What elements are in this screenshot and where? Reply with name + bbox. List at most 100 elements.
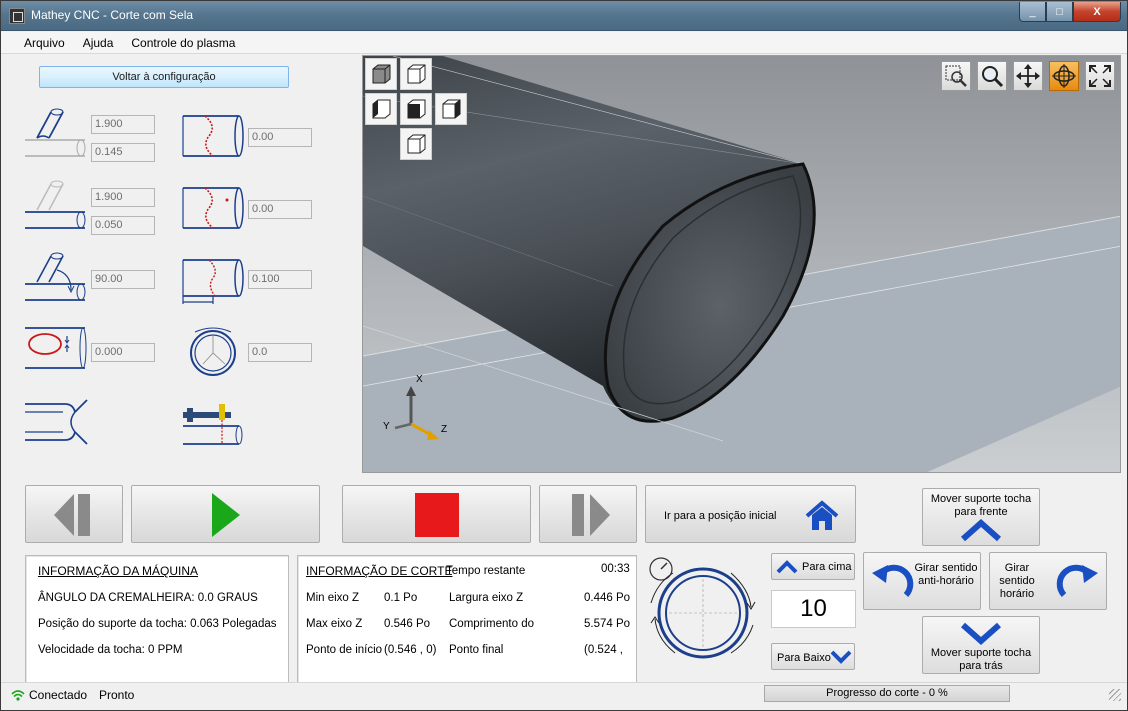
step-value-field[interactable]: 10	[771, 590, 856, 628]
step-forward-icon	[572, 494, 610, 536]
status-bar: Conectado Pronto Progresso do corte - 0 …	[1, 682, 1127, 710]
hole-offset-field[interactable]: 0.000	[91, 343, 155, 362]
branch-wall-field[interactable]: 0.145	[91, 143, 155, 162]
app-window: Mathey CNC - Corte com Sela _ □ X Arquiv…	[0, 0, 1128, 711]
arrow-up-icon	[776, 560, 798, 574]
go-home-label: Ir para a posição inicial	[664, 510, 777, 522]
header-diameter-icon	[25, 180, 86, 229]
width-z-value: 0.446 Po	[584, 592, 631, 604]
rotate-view-button[interactable]	[1049, 61, 1079, 91]
maximize-button[interactable]: □	[1046, 2, 1073, 22]
cube-right-icon	[442, 99, 461, 119]
length-value: 5.574 Po	[584, 618, 631, 630]
move-back-label: Mover suporte tocha para trás	[930, 647, 1032, 672]
rotate-cw-button[interactable]: Girar sentido horário	[989, 552, 1107, 610]
cut-progress-bar: Progresso do corte - 0 %	[764, 685, 1010, 702]
resize-grip[interactable]	[1109, 689, 1121, 701]
pan-button[interactable]	[1013, 61, 1043, 91]
view-wire-button[interactable]	[400, 58, 432, 90]
play-icon	[212, 493, 240, 537]
cube-front-icon	[407, 99, 426, 119]
branch-diameter-field[interactable]: 1.900	[91, 115, 155, 134]
torch-speed: Velocidade da tocha: 0 PPM	[38, 644, 183, 656]
offset-curve-icon	[182, 115, 244, 157]
previous-step-button[interactable]	[25, 485, 123, 543]
menu-arquivo[interactable]: Arquivo	[15, 36, 74, 50]
rotation-offset-field[interactable]: 0.00	[248, 200, 312, 219]
close-button[interactable]: X	[1073, 2, 1121, 22]
3d-viewport[interactable]: X Y Z	[362, 55, 1121, 473]
rotate-ccw-label: Girar sentido anti-horário	[914, 562, 978, 587]
view-front-button[interactable]	[400, 93, 432, 125]
torch-setup-icon	[183, 404, 243, 445]
next-step-button[interactable]	[539, 485, 637, 543]
offset-field[interactable]: 0.00	[248, 128, 312, 147]
axis-x-label: X	[416, 374, 423, 385]
stop-icon	[415, 493, 459, 537]
step-up-button[interactable]: Para cima	[771, 553, 855, 580]
zoom-window-icon	[945, 65, 967, 87]
rotate-ccw-button[interactable]: Girar sentido anti-horário	[863, 552, 981, 610]
intersection-angle-field[interactable]: 90.00	[91, 270, 155, 289]
menu-controle-plasma[interactable]: Controle do plasma	[122, 36, 244, 50]
cube-bottom-icon	[407, 134, 426, 154]
zoom-window-button[interactable]	[941, 61, 971, 91]
width-z-label: Largura eixo Z	[449, 592, 524, 604]
ready-status: Pronto	[99, 688, 135, 702]
magnifier-icon	[982, 66, 1004, 88]
hole-offset-icon	[25, 327, 87, 369]
step-down-label: Para Baixo	[777, 652, 831, 664]
pipe-rotation-dial	[649, 557, 756, 659]
wifi-icon	[11, 690, 25, 701]
cube-wire-icon	[407, 64, 426, 84]
view-bottom-button[interactable]	[400, 128, 432, 160]
arrow-down-icon	[830, 650, 852, 664]
header-wall-field[interactable]: 0.050	[91, 216, 155, 235]
app-icon	[9, 8, 25, 24]
header-diameter-field[interactable]: 1.900	[91, 188, 155, 207]
control-panel: Ir para a posição inicial Mover suporte …	[9, 477, 1121, 685]
pipe-section-field[interactable]: 0.0	[248, 343, 312, 362]
machine-info-title: INFORMAÇÃO DA MÁQUINA	[38, 564, 199, 578]
cut-length-icon	[182, 259, 244, 304]
start-point-label: Ponto de início	[306, 644, 383, 656]
menu-bar: Arquivo Ajuda Controle do plasma	[1, 32, 1127, 54]
rotate-cw-label: Girar sentido horário	[999, 562, 1035, 600]
move-forward-button[interactable]: Mover suporte tocha para frente	[922, 488, 1040, 546]
window-title: Mathey CNC - Corte com Sela	[31, 8, 194, 22]
pan-arrows-icon	[1016, 64, 1040, 88]
length-label: Comprimento do	[449, 618, 535, 630]
zoom-button[interactable]	[977, 61, 1007, 91]
cube-solid-icon	[372, 64, 391, 84]
parameter-panel: Voltar à configuração 1.900 0.145 0.00 1…	[9, 56, 361, 472]
remaining-label: Tempo restante	[446, 565, 526, 577]
step-back-icon	[54, 494, 90, 536]
stop-cut-button[interactable]	[342, 485, 531, 543]
min-z-label: Min eixo Z	[306, 592, 360, 604]
pipe-section-icon	[190, 327, 236, 376]
pipe-render	[363, 56, 1120, 472]
view-left-button[interactable]	[365, 93, 397, 125]
menu-ajuda[interactable]: Ajuda	[74, 36, 123, 50]
connection-status: Conectado	[29, 688, 88, 702]
step-up-label: Para cima	[802, 561, 852, 573]
title-bar: Mathey CNC - Corte com Sela _ □ X	[1, 1, 1127, 31]
cube-left-icon	[372, 99, 391, 119]
minimize-button[interactable]: _	[1019, 2, 1046, 22]
back-to-config-button[interactable]: Voltar à configuração	[39, 66, 289, 88]
max-z-value: 0.546 Po	[384, 618, 431, 630]
view-right-button[interactable]	[435, 93, 467, 125]
go-home-button[interactable]: Ir para a posição inicial	[645, 485, 856, 543]
start-cut-button[interactable]	[131, 485, 320, 543]
saddle-end-icon	[25, 399, 88, 445]
rack-angle: ÂNGULO DA CREMALHEIRA: 0.0 GRAUS	[38, 592, 258, 604]
cut-length-field[interactable]: 0.100	[248, 270, 312, 289]
end-point-label: Ponto final	[449, 644, 504, 656]
cut-progress-label: Progresso do corte - 0 %	[826, 687, 948, 699]
step-down-button[interactable]: Para Baixo	[771, 643, 855, 670]
fit-view-button[interactable]	[1085, 61, 1115, 91]
rotate-ccw-icon	[872, 564, 914, 598]
machine-info-box: INFORMAÇÃO DA MÁQUINA ÂNGULO DA CREMALHE…	[25, 555, 289, 685]
view-iso-button[interactable]	[365, 58, 397, 90]
move-back-button[interactable]: Mover suporte tocha para trás	[922, 616, 1040, 674]
